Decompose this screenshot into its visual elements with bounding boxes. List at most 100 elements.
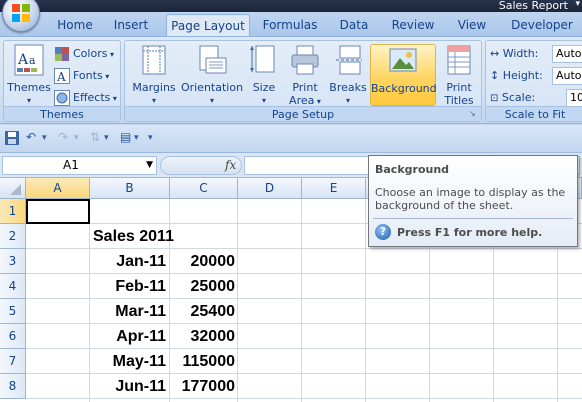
margins-label: Margins — [132, 81, 176, 94]
size-button[interactable]: Size ▾ — [249, 44, 279, 106]
themes-label: Themes — [7, 81, 51, 94]
print-titles-label-1: Print — [446, 81, 472, 94]
cell-b3[interactable]: Jan-11 — [90, 249, 166, 274]
scale-icon: ⊡ — [490, 93, 499, 104]
name-box-value: A1 — [63, 158, 79, 172]
row-header-7[interactable]: 7 — [0, 349, 26, 374]
ribbon: A a Themes ▾ Colors ▾ A Fonts ▾ Effects … — [0, 36, 582, 124]
cell-b4[interactable]: Feb-11 — [90, 274, 166, 299]
chevron-down-icon[interactable]: ▾ — [104, 133, 109, 151]
size-label: Size — [252, 81, 276, 94]
gridline — [365, 199, 366, 402]
row-header-5[interactable]: 5 — [0, 299, 26, 324]
active-cell-a1[interactable] — [26, 199, 90, 224]
chevron-down-icon[interactable]: ▾ — [74, 133, 79, 151]
cell-c7[interactable]: 115000 — [170, 349, 235, 374]
row-header-1[interactable]: 1 — [0, 199, 26, 224]
customize-toolbar-icon[interactable]: ▾ — [148, 133, 153, 151]
background-button[interactable]: Background — [370, 44, 437, 106]
width-label: Width: — [502, 47, 539, 60]
tab-home[interactable]: Home — [54, 14, 96, 36]
page-setup-launcher-icon[interactable]: ↘ — [469, 109, 479, 119]
name-box[interactable]: A1 ▼ — [2, 156, 157, 175]
margins-button[interactable]: Margins ▾ — [129, 44, 179, 106]
tab-data[interactable]: Data — [336, 14, 372, 36]
ribbon-tabs: Home Insert Page Layout Formulas Data Re… — [0, 12, 582, 36]
tab-review[interactable]: Review — [388, 14, 438, 36]
cell-b6[interactable]: Apr-11 — [90, 324, 166, 349]
column-header-c[interactable]: C — [170, 178, 238, 199]
svg-text:a: a — [29, 54, 36, 67]
redo-icon[interactable]: ↷ — [58, 130, 68, 148]
page-setup-group: Margins ▾ Orientation ▾ Size ▾ Print Are… — [124, 40, 482, 122]
chevron-down-icon: ▾ — [110, 94, 117, 103]
margins-icon — [142, 45, 166, 75]
tab-page-layout[interactable]: Page Layout — [166, 14, 250, 36]
fonts-button[interactable]: A Fonts ▾ — [54, 66, 109, 86]
office-button[interactable] — [0, 0, 42, 34]
tab-formulas[interactable]: Formulas — [258, 14, 322, 36]
scale-to-fit-group-label: Scale to Fit — [486, 106, 582, 121]
page-setup-group-label: Page Setup — [125, 106, 481, 121]
tooltip-title: Background — [375, 163, 450, 176]
help-icon: ? — [375, 224, 391, 240]
width-select[interactable]: Auto — [552, 45, 582, 63]
cell-c5[interactable]: 25400 — [170, 299, 236, 324]
breaks-button[interactable]: Breaks ▾ — [327, 44, 369, 106]
row-header-4[interactable]: 4 — [0, 274, 26, 299]
cell-b2-title[interactable]: Sales 2011 — [93, 224, 243, 249]
height-select[interactable]: Auto — [552, 67, 582, 85]
chevron-down-icon: ▾ — [107, 50, 115, 59]
office-logo-icon — [12, 4, 30, 22]
row-header-2[interactable]: 2 — [0, 224, 26, 249]
save-icon[interactable] — [4, 130, 20, 148]
sort-icon[interactable]: ⇅ — [90, 130, 100, 148]
undo-icon[interactable]: ↶ — [26, 130, 36, 148]
cell-c6[interactable]: 32000 — [170, 324, 236, 349]
background-tooltip: Background Choose an image to display as… — [368, 155, 578, 247]
fonts-label: Fonts — [73, 69, 103, 82]
background-icon — [389, 48, 417, 72]
row-header-3[interactable]: 3 — [0, 249, 26, 274]
chevron-down-icon[interactable]: ▾ — [42, 133, 47, 151]
background-label: Background — [371, 82, 437, 95]
quick-access-toolbar: ↶ ▾ ↷ ▾ ⇅ ▾ ▤ ▾ ▾ — [0, 125, 582, 153]
row-header-8[interactable]: 8 — [0, 374, 26, 399]
column-header-e[interactable]: E — [302, 178, 366, 199]
tooltip-divider — [373, 218, 573, 219]
orientation-label: Orientation — [180, 81, 244, 94]
orientation-button[interactable]: Orientation ▾ — [179, 44, 245, 106]
chevron-down-icon[interactable]: ▼ — [146, 157, 153, 174]
print-preview-icon[interactable]: ▤ — [120, 130, 131, 148]
svg-text:A: A — [56, 70, 66, 84]
cell-b7[interactable]: May-11 — [90, 349, 166, 374]
row-header-6[interactable]: 6 — [0, 324, 26, 349]
cell-b5[interactable]: Mar-11 — [90, 299, 166, 324]
themes-button[interactable]: A a Themes ▾ — [7, 44, 51, 106]
tab-insert[interactable]: Insert — [108, 14, 154, 36]
cell-b8[interactable]: Jun-11 — [90, 374, 166, 399]
colors-icon — [55, 47, 69, 61]
scale-input[interactable]: 10 — [566, 89, 582, 107]
cell-c8[interactable]: 177000 — [170, 374, 235, 399]
cell-c4[interactable]: 25000 — [170, 274, 236, 299]
cell-c3[interactable]: 20000 — [170, 249, 236, 274]
insert-function-icon[interactable]: fx — [225, 158, 236, 172]
tab-view[interactable]: View — [452, 14, 492, 36]
svg-text:A: A — [17, 52, 29, 68]
select-all-button[interactable] — [0, 178, 26, 199]
breaks-label: Breaks — [329, 81, 367, 94]
tooltip-help-text: Press F1 for more help. — [397, 226, 543, 239]
effects-button[interactable]: Effects ▾ — [54, 88, 117, 108]
column-header-a[interactable]: A — [26, 178, 90, 199]
print-titles-button[interactable]: Print Titles — [439, 44, 479, 107]
tab-developer[interactable]: Developer — [508, 14, 576, 36]
column-header-b[interactable]: B — [90, 178, 170, 199]
orientation-icon — [199, 45, 227, 74]
print-area-button[interactable]: Print Area ▾ — [285, 44, 325, 107]
effects-icon — [54, 90, 70, 106]
column-header-d[interactable]: D — [238, 178, 302, 199]
chevron-down-icon[interactable]: ▾ — [134, 133, 139, 151]
title-bar: Sales Report ▾ — [0, 0, 582, 12]
colors-button[interactable]: Colors ▾ — [54, 44, 114, 64]
